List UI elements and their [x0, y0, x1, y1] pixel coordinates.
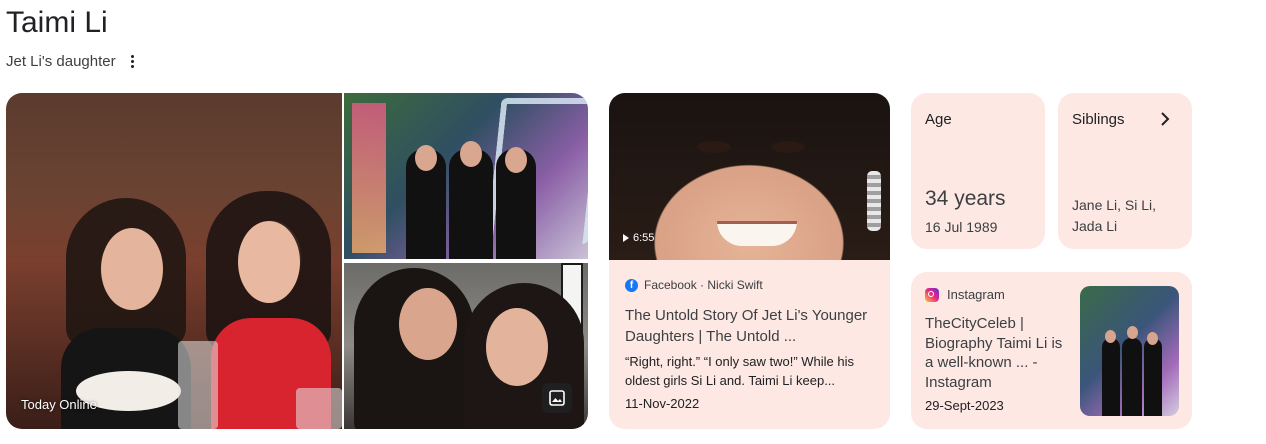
photo-main[interactable]: Today Online	[6, 93, 342, 429]
facebook-icon: f	[625, 278, 638, 292]
instagram-icon	[925, 287, 939, 302]
video-thumbnail[interactable]: 6:55	[609, 93, 890, 260]
play-icon	[623, 234, 629, 242]
birth-date: 16 Jul 1989	[925, 219, 998, 235]
video-snippet: “Right, right.” “I only saw two!” While …	[625, 354, 855, 388]
age-value: 34 years	[925, 187, 1006, 210]
photo-caption: Today Online	[21, 397, 97, 412]
video-card[interactable]: 6:55 f Facebook · Nicki Swift The Untold…	[609, 93, 890, 429]
age-label: Age	[925, 111, 952, 128]
more-options-icon[interactable]	[124, 52, 140, 70]
video-title[interactable]: The Untold Story Of Jet Li's Younger Dau…	[625, 305, 880, 347]
siblings-card[interactable]: Siblings Jane Li, Si Li, Jada Li	[1058, 93, 1192, 249]
instagram-source: Instagram	[925, 287, 1005, 302]
siblings-names: Jane Li, Si Li, Jada Li	[1072, 197, 1157, 234]
entity-title: Taimi Li	[6, 6, 108, 39]
instagram-card[interactable]: Instagram TheCityCeleb | Biography Taimi…	[911, 272, 1192, 429]
entity-subtitle: Jet Li's daughter	[6, 53, 116, 70]
video-date: 11-Nov-2022	[625, 396, 700, 411]
image-icon[interactable]	[542, 383, 572, 413]
age-card[interactable]: Age 34 years 16 Jul 1989	[911, 93, 1045, 249]
photo-bottom-right[interactable]	[344, 263, 588, 429]
instagram-date: 29-Sept-2023	[925, 398, 1004, 413]
siblings-label: Siblings	[1072, 111, 1125, 128]
video-duration: 6:55	[623, 232, 654, 244]
photo-collage: Today Online	[6, 93, 588, 429]
video-source: f Facebook · Nicki Swift	[625, 278, 763, 292]
instagram-text: TheCityCeleb | Biography Taimi Li is a w…	[925, 315, 1063, 391]
chevron-right-icon[interactable]	[1156, 110, 1174, 128]
instagram-thumbnail[interactable]	[1080, 286, 1179, 416]
photo-top-right[interactable]	[344, 93, 588, 259]
